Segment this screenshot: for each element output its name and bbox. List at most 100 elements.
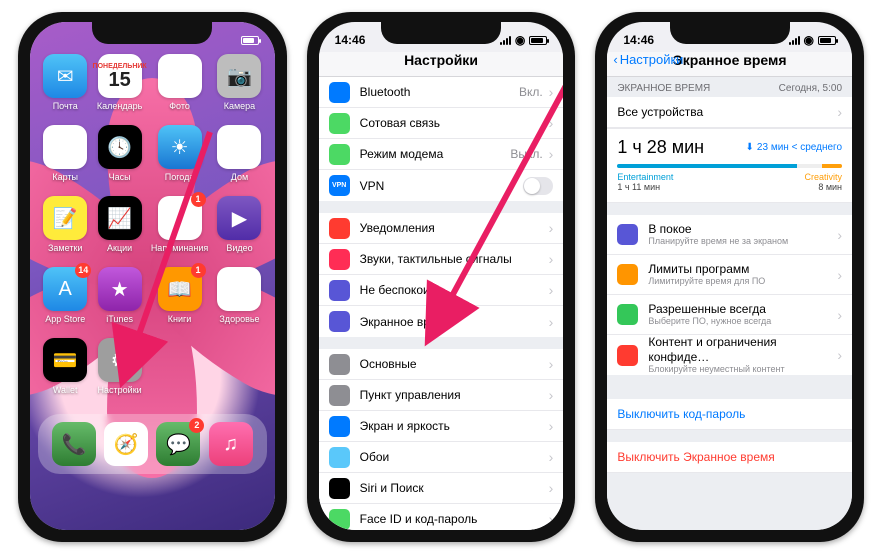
app-icon: 📝 [43, 196, 87, 240]
nav-title: Настройки [404, 52, 478, 68]
battery-icon [818, 36, 836, 45]
option-row-В покое[interactable]: В покоеПланируйте время не за экраном› [607, 215, 852, 255]
app-label: Часы [109, 172, 131, 182]
dock-music[interactable]: ♫ [209, 422, 253, 466]
settings-row-Bluetooth[interactable]: BluetoothВкл.› [319, 77, 564, 108]
app-label: Камера [224, 101, 255, 111]
chevron-right-icon: › [837, 227, 842, 243]
app-icon: ПОНЕДЕЛЬНИК15 [98, 54, 142, 98]
row-label: Экранное время [360, 315, 549, 329]
option-row-Лимиты программ[interactable]: Лимиты программЛимитируйте время для ПО› [607, 255, 852, 295]
back-button[interactable]: ‹Настройки [613, 52, 683, 67]
settings-row-Не беспокоить[interactable]: Не беспокоить› [319, 275, 564, 306]
app-Акции[interactable]: 📈Акции [96, 196, 142, 253]
settings-row-Уведомления[interactable]: Уведомления› [319, 213, 564, 244]
chevron-right-icon: › [549, 115, 554, 131]
usage-summary[interactable]: 1 ч 28 мин ⬇23 мин < среднего Entertainm… [607, 128, 852, 203]
usage-bar [617, 164, 842, 168]
app-Здоровье[interactable]: ♥︎Здоровье [216, 267, 262, 324]
settings-list[interactable]: BluetoothВкл.›Сотовая связь›Режим модема… [319, 77, 564, 530]
badge: 1 [131, 334, 146, 349]
settings-row-Экран и яркость[interactable]: Экран и яркость› [319, 411, 564, 442]
row-label: В покоеПланируйте время не за экраном [648, 222, 837, 247]
chevron-left-icon: ‹ [613, 52, 617, 67]
settings-row-Режим модема[interactable]: Режим модемаВыкл.› [319, 139, 564, 170]
app-Календарь[interactable]: ПОНЕДЕЛЬНИК15 Календарь [96, 54, 142, 111]
app-iTunes[interactable]: ★iTunes [96, 267, 142, 324]
chevron-right-icon: › [549, 449, 554, 465]
disable-screen-time-link[interactable]: Выключить Экранное время [607, 442, 852, 473]
settings-row-Face ID и код-пароль[interactable]: Face ID и код-пароль› [319, 504, 564, 530]
badge: 14 [75, 263, 91, 278]
dock-phone[interactable]: 📞 [52, 422, 96, 466]
row-label: Звуки, тактильные сигналы [360, 252, 549, 266]
app-Камера[interactable]: 📷Камера [216, 54, 262, 111]
app-label: Почта [53, 101, 78, 111]
app-icon: A14 [43, 267, 87, 311]
app-label: iTunes [106, 314, 133, 324]
chevron-right-icon: › [549, 511, 554, 527]
battery-icon [529, 36, 547, 45]
row-label: Режим модема [360, 147, 511, 161]
settings-row-VPN[interactable]: VPNVPN [319, 170, 564, 201]
usage-total: 1 ч 28 мин [617, 137, 704, 158]
settings-row-Сотовая связь[interactable]: Сотовая связь› [319, 108, 564, 139]
row-icon [329, 311, 350, 332]
app-Фото[interactable]: ✿Фото [151, 54, 208, 111]
app-Книги[interactable]: 📖1Книги [151, 267, 208, 324]
app-Дом[interactable]: ⌂ Дом [216, 125, 262, 182]
row-icon [329, 280, 350, 301]
option-row-Контент и ограничения конфиде…[interactable]: Контент и ограничения конфиде…Блокируйте… [607, 335, 852, 375]
option-row-Разрешенные всегда[interactable]: Разрешенные всегдаВыберите ПО, нужное вс… [607, 295, 852, 335]
settings-row-Обои[interactable]: Обои› [319, 442, 564, 473]
dock-messages[interactable]: 💬2 [156, 422, 200, 466]
wifi-icon: ◉ [804, 33, 814, 47]
badge: 2 [189, 418, 204, 433]
phone-home: 14:46 ◉ ✉︎ПочтаПОНЕДЕЛЬНИК15Календарь✿Фо… [18, 12, 287, 542]
app-Настройки[interactable]: ⚙︎1Настройки [96, 338, 142, 395]
settings-row-Основные[interactable]: Основные› [319, 349, 564, 380]
app-icon: ✿ [158, 54, 202, 98]
switch[interactable] [523, 177, 553, 195]
dock-safari[interactable]: 🧭 [104, 422, 148, 466]
app-Часы[interactable]: 🕓Часы [96, 125, 142, 182]
chevron-right-icon: › [549, 387, 554, 403]
row-icon [329, 385, 350, 406]
app-Карты[interactable]: ➤Карты [42, 125, 88, 182]
badge: 1 [191, 192, 206, 207]
row-icon [617, 264, 638, 285]
settings-row-Пункт управления[interactable]: Пункт управления› [319, 380, 564, 411]
chevron-right-icon: › [549, 146, 554, 162]
phone-screen-time: 14:46 ◉ ‹Настройки Экранное время ЭКРАНН… [595, 12, 864, 542]
row-icon [329, 144, 350, 165]
settings-row-Экранное время[interactable]: Экранное время› [319, 306, 564, 337]
all-devices-row[interactable]: Все устройства › [607, 97, 852, 128]
disable-passcode-link[interactable]: Выключить код-пароль [607, 399, 852, 430]
row-icon [329, 354, 350, 375]
chevron-right-icon: › [549, 480, 554, 496]
app-Заметки[interactable]: 📝Заметки [42, 196, 88, 253]
row-icon [329, 218, 350, 239]
chevron-right-icon: › [549, 282, 554, 298]
app-icon: ☀︎ [158, 125, 202, 169]
signal-icon [500, 36, 511, 45]
app-Видео[interactable]: ▶︎Видео [216, 196, 262, 253]
app-label: Книги [168, 314, 192, 324]
app-Напоминания[interactable]: ≣1Напоминания [151, 196, 208, 253]
row-icon [329, 478, 350, 499]
app-icon: ✉︎ [43, 54, 87, 98]
app-label: Календарь [97, 101, 142, 111]
app-App Store[interactable]: A14App Store [42, 267, 88, 324]
row-label: Сотовая связь [360, 116, 549, 130]
app-label: Дом [231, 172, 248, 182]
app-label: Здоровье [219, 314, 259, 324]
app-Wallet[interactable]: 💳Wallet [42, 338, 88, 395]
app-Почта[interactable]: ✉︎ Почта [42, 54, 88, 111]
app-label: Карты [52, 172, 78, 182]
app-icon: ⌂ [217, 125, 261, 169]
settings-row-Siri и Поиск[interactable]: Siri и Поиск› [319, 473, 564, 504]
app-Погода[interactable]: ☀︎Погода [151, 125, 208, 182]
chevron-right-icon: › [549, 251, 554, 267]
phone-settings: 14:46 ◉ Настройки BluetoothВкл.›Сотовая … [307, 12, 576, 542]
settings-row-Звуки, тактильные сигналы[interactable]: Звуки, тактильные сигналы› [319, 244, 564, 275]
